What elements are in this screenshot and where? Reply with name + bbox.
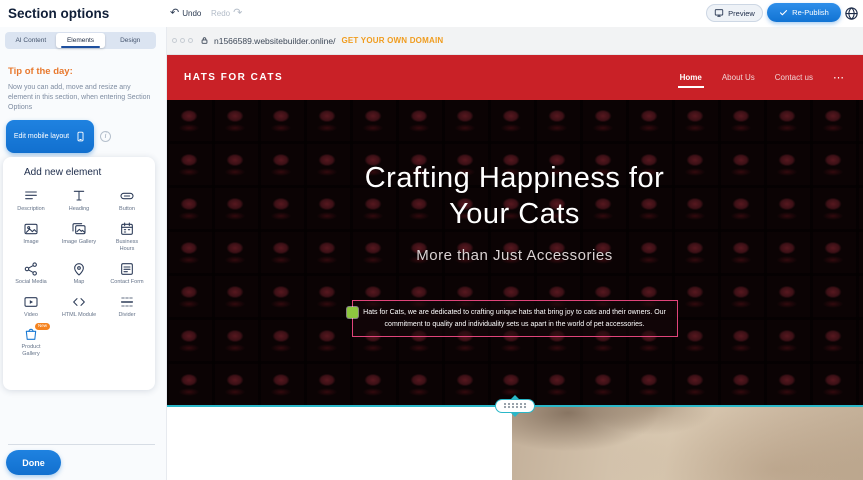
element-grid: Description Heading Button Image Image G…: [3, 181, 155, 363]
undo-button[interactable]: ↶ Undo: [170, 0, 201, 27]
lock-icon: [200, 36, 209, 45]
add-element-label: HTML Module: [61, 312, 97, 319]
redo-icon: ↷: [233, 8, 242, 19]
undo-icon: ↶: [170, 8, 179, 19]
tab-ai-content[interactable]: AI Content: [6, 33, 56, 48]
done-button[interactable]: Done: [6, 450, 61, 475]
add-element-label: Map: [61, 279, 97, 286]
top-toolbar: Section options ↶ Undo Redo ↷ Preview Re…: [0, 0, 863, 27]
add-element-label: Image Gallery: [61, 239, 97, 246]
drag-dots-icon: [504, 403, 526, 409]
browser-address-bar: n1566589.websitebuilder.online/ GET YOUR…: [166, 27, 863, 55]
add-element-label: Heading: [61, 206, 97, 213]
undo-label: Undo: [182, 9, 201, 18]
tab-elements[interactable]: Elements: [56, 33, 106, 48]
html-module-icon: [71, 294, 87, 310]
editor-canvas: n1566589.websitebuilder.online/ GET YOUR…: [166, 27, 863, 480]
edit-mobile-layout-button[interactable]: Edit mobile layout: [6, 120, 94, 153]
description-icon: [23, 188, 39, 204]
hero-description-box[interactable]: Hats for Cats, we are dedicated to craft…: [352, 300, 678, 337]
add-element-item-contact-form[interactable]: Contact Form: [103, 256, 151, 289]
add-element-label: Button: [109, 206, 145, 213]
add-element-item-html-module[interactable]: HTML Module: [55, 289, 103, 322]
window-dot: [172, 38, 177, 43]
language-globe-button[interactable]: [844, 6, 859, 21]
window-dot: [188, 38, 193, 43]
republish-button[interactable]: Re-Publish: [767, 3, 841, 22]
video-icon: [23, 294, 39, 310]
add-element-item-description[interactable]: Description: [7, 183, 55, 216]
business-hours-icon: [119, 221, 135, 237]
add-element-label: Business Hours: [109, 239, 145, 253]
hero-heading[interactable]: Crafting Happiness for Your Cats: [350, 100, 680, 233]
nav-item-contact-us[interactable]: Contact us: [775, 69, 813, 86]
monitor-icon: [714, 8, 724, 18]
tip-of-the-day-body: Now you can add, move and resize any ele…: [8, 83, 151, 112]
page-title: Section options: [8, 0, 109, 27]
nav-item-home[interactable]: Home: [680, 69, 702, 86]
add-element-label: Description: [13, 206, 49, 213]
element-drag-handle[interactable]: [347, 307, 358, 318]
add-new-element-title: Add new element: [3, 157, 155, 181]
nav-item-about-us[interactable]: About Us: [722, 69, 755, 86]
social-media-icon: [23, 261, 39, 277]
sidebar-divider: [8, 444, 155, 445]
site-header: Hats for Cats Home About Us Contact us ⋯: [166, 55, 863, 100]
heading-icon: [71, 188, 87, 204]
add-element-label: Product Gallery: [13, 344, 49, 358]
nav-more-button[interactable]: ⋯: [833, 71, 845, 84]
image-icon: [23, 221, 39, 237]
add-element-item-image-gallery[interactable]: Image Gallery: [55, 216, 103, 256]
next-section-image[interactable]: [512, 407, 863, 480]
check-icon: [779, 8, 788, 17]
image-gallery-icon: [71, 221, 87, 237]
hero-description-text: Hats for Cats, we are dedicated to craft…: [363, 309, 666, 328]
add-element-item-heading[interactable]: Heading: [55, 183, 103, 216]
get-own-domain-link[interactable]: GET YOUR OWN DOMAIN: [341, 36, 443, 45]
globe-icon: [844, 6, 859, 21]
hero-subheading[interactable]: More than Just Accessories: [166, 247, 863, 264]
contact-form-icon: [119, 261, 135, 277]
window-dot: [180, 38, 185, 43]
add-element-item-product-gallery[interactable]: New Product Gallery: [7, 321, 55, 361]
website-builder-app: Section options ↶ Undo Redo ↷ Preview Re…: [0, 0, 863, 480]
divider-icon: [119, 294, 135, 310]
add-element-label: Divider: [109, 312, 145, 319]
add-element-item-social-media[interactable]: Social Media: [7, 256, 55, 289]
section-resize-handle[interactable]: [495, 399, 535, 413]
add-element-item-business-hours[interactable]: Business Hours: [103, 216, 151, 256]
hero-section: Crafting Happiness for Your Cats More th…: [166, 100, 863, 406]
add-element-label: Contact Form: [109, 279, 145, 286]
info-icon[interactable]: i: [100, 131, 111, 142]
tab-design[interactable]: Design: [105, 33, 155, 48]
add-element-item-image[interactable]: Image: [7, 216, 55, 256]
tip-of-the-day-title: Tip of the day:: [8, 66, 73, 77]
add-new-element-panel: Add new element Description Heading Butt…: [3, 157, 155, 390]
add-element-label: Social Media: [13, 279, 49, 286]
redo-button[interactable]: Redo ↷: [211, 0, 242, 27]
preview-label: Preview: [728, 9, 755, 18]
site-logo[interactable]: Hats for Cats: [184, 72, 283, 83]
site-nav: Home About Us Contact us ⋯: [680, 69, 845, 86]
add-element-label: Image: [13, 239, 49, 246]
add-element-label: Video: [13, 312, 49, 319]
edit-mobile-layout-label: Edit mobile layout: [14, 133, 69, 140]
republish-label: Re-Publish: [792, 8, 829, 17]
add-element-item-video[interactable]: Video: [7, 289, 55, 322]
preview-button[interactable]: Preview: [706, 4, 763, 22]
window-dots: [172, 38, 193, 43]
redo-label: Redo: [211, 9, 230, 18]
add-element-item-map[interactable]: Map: [55, 256, 103, 289]
website-preview: Hats for Cats Home About Us Contact us ⋯…: [166, 55, 863, 480]
section-options-sidebar: AI Content Elements Design Tip of the da…: [0, 27, 167, 480]
mobile-phone-icon: [75, 129, 86, 144]
site-url: n1566589.websitebuilder.online/: [214, 36, 335, 46]
add-element-item-divider[interactable]: Divider: [103, 289, 151, 322]
new-badge: New: [35, 323, 50, 330]
button-icon: [119, 188, 135, 204]
map-icon: [71, 261, 87, 277]
add-element-item-button[interactable]: Button: [103, 183, 151, 216]
sidebar-tabs: AI Content Elements Design: [5, 32, 156, 49]
